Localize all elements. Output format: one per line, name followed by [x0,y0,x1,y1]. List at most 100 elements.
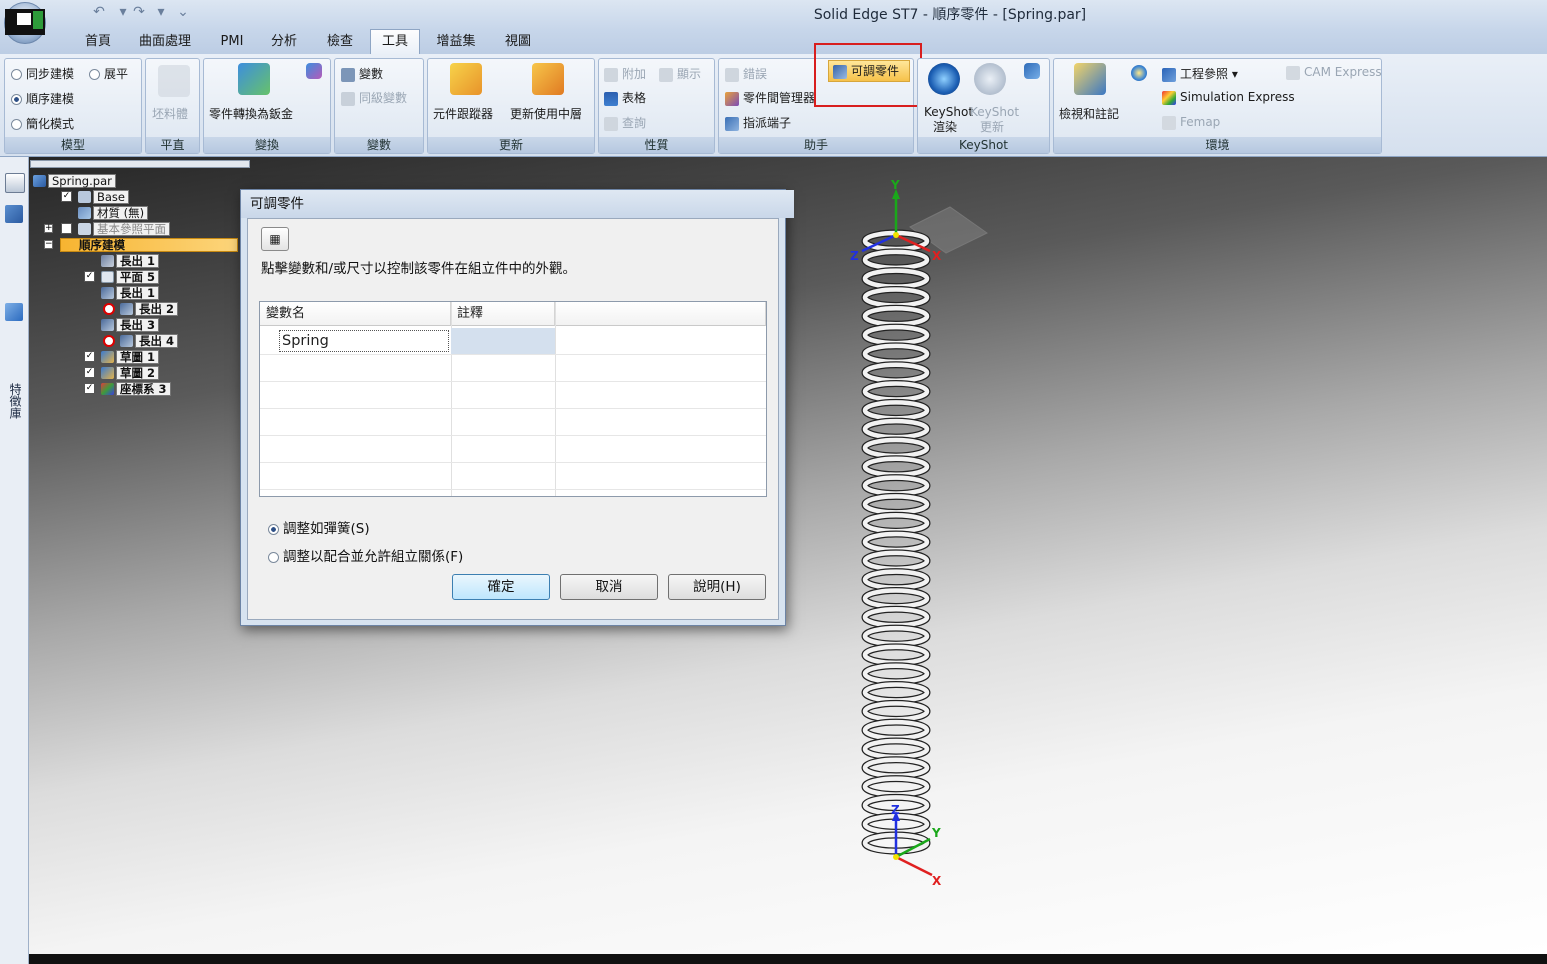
ok-button[interactable]: 確定 [452,574,550,600]
tree-item-sketch-2[interactable]: 草圖 2 [101,366,160,380]
table-icon [604,91,618,106]
grid-options-button[interactable]: ▦ [261,227,289,251]
group-label-update: 更新 [428,137,594,153]
layers-tab-icon[interactable] [5,303,23,321]
variables-table[interactable]: 變數名 註釋 Spring [259,301,767,497]
cam-express-button[interactable]: CAM Express [1286,65,1382,80]
query-button[interactable]: 查詢 [604,114,646,131]
radio-unselected[interactable] [268,551,279,563]
tree-item-protrusion-1b[interactable]: 長出 1 [101,286,160,300]
engineering-reference-button[interactable]: 工程參照 ▾ [1162,65,1238,82]
application-button[interactable] [4,2,46,44]
tree-item-protrusion-3[interactable]: 長出 3 [101,318,160,332]
option-adjust-with-relationships[interactable]: 調整以配合並允許組立關係(F) [268,545,463,565]
show-button[interactable]: 顯示 [659,65,701,82]
group-variables: 變數 同級變數 變數 [334,58,424,154]
attach-button[interactable]: 附加 [604,65,646,82]
tree-item-label: Base [93,190,130,204]
tree-item-sketch-1[interactable]: 草圖 1 [101,350,160,364]
tree-item-protrusion-2[interactable]: 長出 2 [120,302,179,316]
tree-item-coord-sys-3[interactable]: 座標系 3 [101,382,171,396]
tree-item-ref-planes[interactable]: 基本參照平面 [78,222,170,236]
tab-pmi[interactable]: PMI [212,30,252,54]
tab-analysis[interactable]: 分析 [264,30,304,54]
customize-toolbar-icon[interactable]: ⌄ [172,3,194,21]
tree-item-root[interactable]: Spring.par [33,174,116,188]
table-cell-comment[interactable] [451,328,555,354]
tree-item-ordered[interactable]: 順序建模 [60,238,238,252]
collapse-toggle[interactable]: − [44,240,53,249]
pathfinder-tab-icon[interactable] [5,173,25,193]
checkbox-sketch-2[interactable]: ✓ [84,367,95,378]
group-keyshot: KeyShot 渲染 KeyShot 更新 KeyShot [917,58,1050,154]
tree-item-base[interactable]: Base [78,190,130,204]
table-button[interactable]: 表格 [604,89,646,106]
column-header-comment[interactable]: 註釋 [451,302,555,326]
undo-icon[interactable]: ↶ [88,3,110,21]
tree-scrollbar[interactable] [30,160,250,168]
peer-variables-button[interactable]: 同級變數 [341,89,407,106]
femap-button[interactable]: Femap [1162,115,1220,130]
component-tracker-button[interactable]: 元件跟蹤器 [433,105,493,122]
expand-toggle[interactable]: + [44,224,53,233]
tree-item-protrusion-1[interactable]: 長出 1 [101,254,160,268]
part-icon [33,175,46,187]
sketch-icon [101,367,114,379]
ordered-modeling-radio[interactable]: 順序建模 [11,90,74,107]
tab-inspect[interactable]: 檢查 [320,30,360,54]
inter-part-manager-button[interactable]: 零件間管理器 [725,89,815,106]
checkbox-plane-5[interactable]: ✓ [84,271,95,282]
suppressed-icon [103,335,115,347]
coordinate-system-icon [101,383,114,395]
errors-button[interactable]: 錯誤 [725,65,767,82]
tab-tools[interactable]: 工具 [370,29,420,54]
checkbox-base[interactable]: ✓ [61,191,72,202]
axis-label-x-bottom: X [932,874,942,888]
tree-item-material[interactable]: 材質 (無) [78,206,149,220]
group-update: 元件跟蹤器 更新使用中層 更新 [427,58,595,154]
checkbox-coord-sys-3[interactable]: ✓ [84,383,95,394]
variables-button[interactable]: 變數 [341,65,383,82]
feature-library-tab-label[interactable]: 特徵庫 [6,383,22,419]
protrusion-icon [101,287,114,299]
environment-small-icon[interactable] [1131,65,1147,81]
convert-to-sheetmetal-button[interactable]: 零件轉換為鈑金 [209,105,293,122]
tab-addins[interactable]: 增益集 [430,30,482,54]
simulation-express-button[interactable]: Simulation Express [1162,90,1295,105]
column-header-blank[interactable] [555,302,766,326]
dropdown-arrow-icon[interactable]: ▾ [150,3,172,21]
table-cell-variable-name[interactable]: Spring [279,330,449,352]
tree-item-plane-5[interactable]: 平面 5 [101,270,160,284]
tree-item-label: 草圖 2 [116,366,160,380]
blank-body-button[interactable]: 坯料體 [152,105,188,122]
simplified-mode-radio[interactable]: 簡化模式 [11,115,74,132]
keyshot-small-icon[interactable] [1024,63,1040,79]
option-adjust-as-spring[interactable]: 調整如彈簧(S) [268,517,370,537]
feature-library-tab-icon[interactable] [5,205,23,223]
review-markup-button[interactable]: 檢視和註記 [1059,105,1119,122]
tree-item-label: 座標系 3 [116,382,171,396]
variables-icon [341,67,355,82]
tab-home[interactable]: 首頁 [78,30,118,54]
show-icon [659,67,673,82]
keyshot-update-button[interactable]: KeyShot 更新 [970,105,1019,135]
column-header-name[interactable]: 變數名 [260,302,451,326]
tree-item-protrusion-4[interactable]: 長出 4 [120,334,179,348]
cancel-button[interactable]: 取消 [560,574,658,600]
assign-terminal-button[interactable]: 指派端子 [725,114,791,131]
update-active-level-button[interactable]: 更新使用中層 [510,105,582,122]
spring-model[interactable] [840,175,1000,895]
dialog-title[interactable]: 可調零件 [241,190,794,218]
checkbox-sketch-1[interactable]: ✓ [84,351,95,362]
redo-icon[interactable]: ↷ [128,3,150,21]
keyshot-render-button[interactable]: KeyShot 渲染 [924,105,973,135]
radio-selected[interactable] [268,523,279,535]
material-icon [78,207,91,219]
tab-view[interactable]: 視圖 [496,30,540,54]
sync-modeling-radio[interactable]: 同步建模 [11,65,74,82]
help-button[interactable]: 說明(H) [668,574,766,600]
checkbox-ref-planes[interactable] [61,223,72,234]
convert-small-icon[interactable] [306,63,322,79]
flatten-radio[interactable]: 展平 [89,65,128,82]
tab-surfacing[interactable]: 曲面處理 [132,30,198,54]
